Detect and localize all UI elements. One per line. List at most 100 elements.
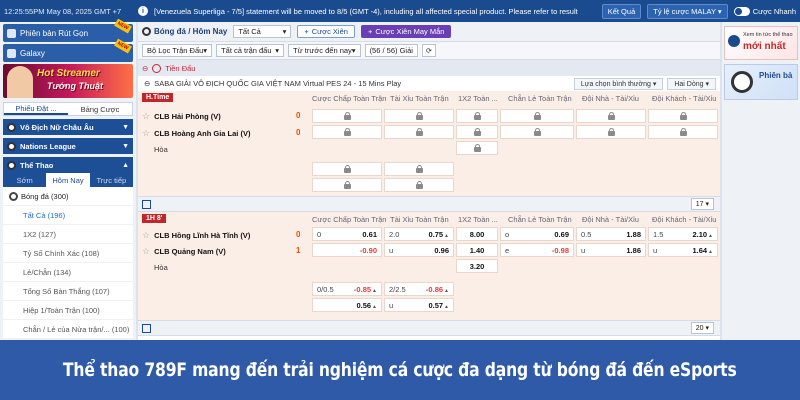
sort-label: Từ trước đến nay: [293, 46, 352, 55]
odds-cell-locked[interactable]: [456, 125, 498, 139]
list-item[interactable]: Tổng Số Bàn Thắng (107): [3, 282, 133, 301]
odds-cell[interactable]: u 1.64▲: [648, 243, 718, 257]
odds-cell[interactable]: 0.56▲: [312, 298, 382, 312]
odds-cell-locked[interactable]: [576, 109, 646, 123]
odds-cell[interactable]: u 1.86: [576, 243, 646, 257]
stats-icon[interactable]: [142, 323, 151, 333]
list-item[interactable]: Hiệp 1/Toàn Trận (100): [3, 301, 133, 320]
more-bets-count[interactable]: 20 ▾: [690, 322, 714, 334]
star-icon[interactable]: ☆: [142, 246, 150, 257]
odds-value: 1.86: [626, 245, 641, 255]
category-nations-league[interactable]: Nations League ▼: [3, 138, 133, 154]
odds-cell-locked[interactable]: [500, 125, 574, 139]
col-home-ou: Đội Nhà - Tài/Xỉu: [582, 94, 639, 103]
sport-soccer[interactable]: Bóng đá (300): [3, 187, 133, 206]
odds-cell[interactable]: 2/2.5 -0.86▲: [384, 282, 454, 296]
away-team[interactable]: ☆ CLB Hoàng Anh Gia Lai (V): [142, 128, 250, 139]
home-team[interactable]: ☆ CLB Hồng Lĩnh Hà Tĩnh (V): [142, 230, 250, 241]
news-promo-banner[interactable]: Xem tin tức thể thao mới nhất: [724, 26, 798, 60]
stats-icon[interactable]: [142, 199, 151, 209]
tab-early[interactable]: Sớm: [3, 173, 46, 187]
list-item[interactable]: Lẻ/Chẵn (134): [3, 263, 133, 282]
odds-cell[interactable]: o 0.69: [500, 227, 574, 241]
odds-cell-locked[interactable]: [456, 141, 498, 155]
more-bets-count[interactable]: 17 ▾: [690, 198, 714, 210]
odds-cell-locked[interactable]: [312, 162, 382, 176]
brand-logo-icon: [728, 35, 740, 47]
sort-normal-select[interactable]: Lựa chọn bình thường ▾: [573, 77, 664, 90]
ou-label: u: [581, 245, 586, 255]
collapse-icon[interactable]: ⊖: [142, 64, 148, 73]
star-icon[interactable]: ☆: [142, 111, 150, 122]
parlay-button[interactable]: + Cược Xiên: [297, 25, 355, 38]
all-matches-label: Tất cả trận đấu: [221, 46, 272, 55]
odds-cell[interactable]: 2.0 0.75▲: [384, 227, 454, 241]
ou-label: u: [389, 245, 394, 255]
toggle-icon[interactable]: [733, 6, 750, 16]
lock-icon: [343, 128, 351, 136]
category-sports[interactable]: Thể Thao ▲: [3, 157, 133, 173]
odds-type-label: Tỷ lệ cược MALAY: [653, 6, 716, 16]
odds-cell-locked[interactable]: [648, 109, 718, 123]
tab-live[interactable]: Trực tiếp: [90, 173, 133, 187]
odds-cell[interactable]: 1.5 2.10▲: [648, 227, 718, 241]
away-team[interactable]: ☆ CLB Quảng Nam (V): [142, 246, 226, 257]
tab-today[interactable]: Hôm Nay: [46, 173, 90, 187]
category-women-euro[interactable]: Vô Địch Nữ Châu Âu ▼: [3, 119, 133, 135]
odds-cell[interactable]: 0/0.5 -0.85▲: [312, 282, 382, 296]
odds-cell-locked[interactable]: [384, 109, 454, 123]
collapse-icon[interactable]: ⊖: [144, 79, 150, 88]
odds-cell-locked[interactable]: [384, 162, 454, 176]
version-promo-banner[interactable]: Phiên bả: [724, 64, 798, 100]
list-item[interactable]: Tất Cả (196): [3, 206, 133, 225]
news-ticker[interactable]: [Venezuela Superliga - 7/5] statement wi…: [154, 7, 596, 16]
list-item[interactable]: 1X2 (127): [3, 225, 133, 244]
odds-cell[interactable]: 0 0.61: [312, 227, 382, 241]
refresh-icon[interactable]: ⟳: [421, 44, 436, 57]
double-line-select[interactable]: Hai Dòng ▾: [667, 77, 716, 90]
lucky-parlay-button[interactable]: + Cược Xiên May Mắn: [360, 25, 452, 38]
odds-cell-locked[interactable]: [500, 109, 574, 123]
odds-cell-locked[interactable]: [312, 125, 382, 139]
star-icon[interactable]: ☆: [142, 128, 150, 139]
quick-bet-toggle[interactable]: Cược Nhanh: [733, 6, 796, 16]
home-team[interactable]: ☆ CLB Hải Phòng (V): [142, 111, 221, 122]
odds-cell-locked[interactable]: [312, 178, 382, 192]
odds-type-select[interactable]: Tỷ lệ cược MALAY ▾: [647, 3, 728, 19]
odds-cell[interactable]: 0.5 1.88: [576, 227, 646, 241]
ou-line: 2.0: [389, 229, 400, 239]
odds-cell[interactable]: e -0.98: [500, 243, 574, 257]
odds-value: 0.56: [356, 300, 372, 310]
short-version-button[interactable]: Phiên bản Rút Gọn NEW: [3, 18, 133, 42]
odds-cell[interactable]: 3.20: [456, 259, 498, 273]
odds-cell[interactable]: 8.00: [456, 227, 498, 241]
list-item[interactable]: Chẵn / Lẻ của Nửa trận/... (100): [3, 320, 133, 339]
galaxy-label: Galaxy: [20, 48, 45, 58]
odds-cell-locked[interactable]: [384, 178, 454, 192]
info-icon[interactable]: i: [138, 6, 148, 16]
chevron-down-icon: ▾: [282, 27, 287, 36]
odds-cell[interactable]: -0.90: [312, 243, 382, 257]
league-count-label: (56 / 56) Giải: [369, 46, 413, 55]
main-panel: Bóng đá / Hôm Nay Tất Cả ▾ + Cược Xiên + Cư…: [138, 22, 720, 340]
star-icon[interactable]: ☆: [142, 230, 150, 241]
odds-cell-locked[interactable]: [312, 109, 382, 123]
odds-cell-locked[interactable]: [648, 125, 718, 139]
list-item[interactable]: Tỷ Số Chính Xác (108): [3, 244, 133, 263]
sort-select[interactable]: Từ trước đến nay ▾: [288, 44, 361, 57]
tab-bet-list[interactable]: Bảng Cược: [68, 103, 132, 115]
league-filter-select[interactable]: Bộ Lọc Trận Đấu ▾: [142, 44, 213, 57]
galaxy-button[interactable]: Galaxy NEW: [3, 38, 133, 62]
odds-cell[interactable]: u 0.96: [384, 243, 454, 257]
tab-bet-slip[interactable]: Phiếu Đặt ...: [4, 103, 68, 115]
odds-cell-locked[interactable]: [384, 125, 454, 139]
odds-cell[interactable]: u 0.57▲: [384, 298, 454, 312]
market-select[interactable]: Tất Cả ▾: [233, 25, 292, 38]
all-matches-select[interactable]: Tất cả trận đấu ▾: [216, 44, 285, 57]
odds-cell-locked[interactable]: [456, 109, 498, 123]
league-count-select[interactable]: (56 / 56) Giải: [364, 44, 418, 57]
odds-cell[interactable]: 1.40: [456, 243, 498, 257]
result-button[interactable]: Kết Quả: [601, 3, 642, 19]
streamer-banner[interactable]: Hot Streamer Tướng Thuật: [3, 64, 133, 98]
odds-cell-locked[interactable]: [576, 125, 646, 139]
